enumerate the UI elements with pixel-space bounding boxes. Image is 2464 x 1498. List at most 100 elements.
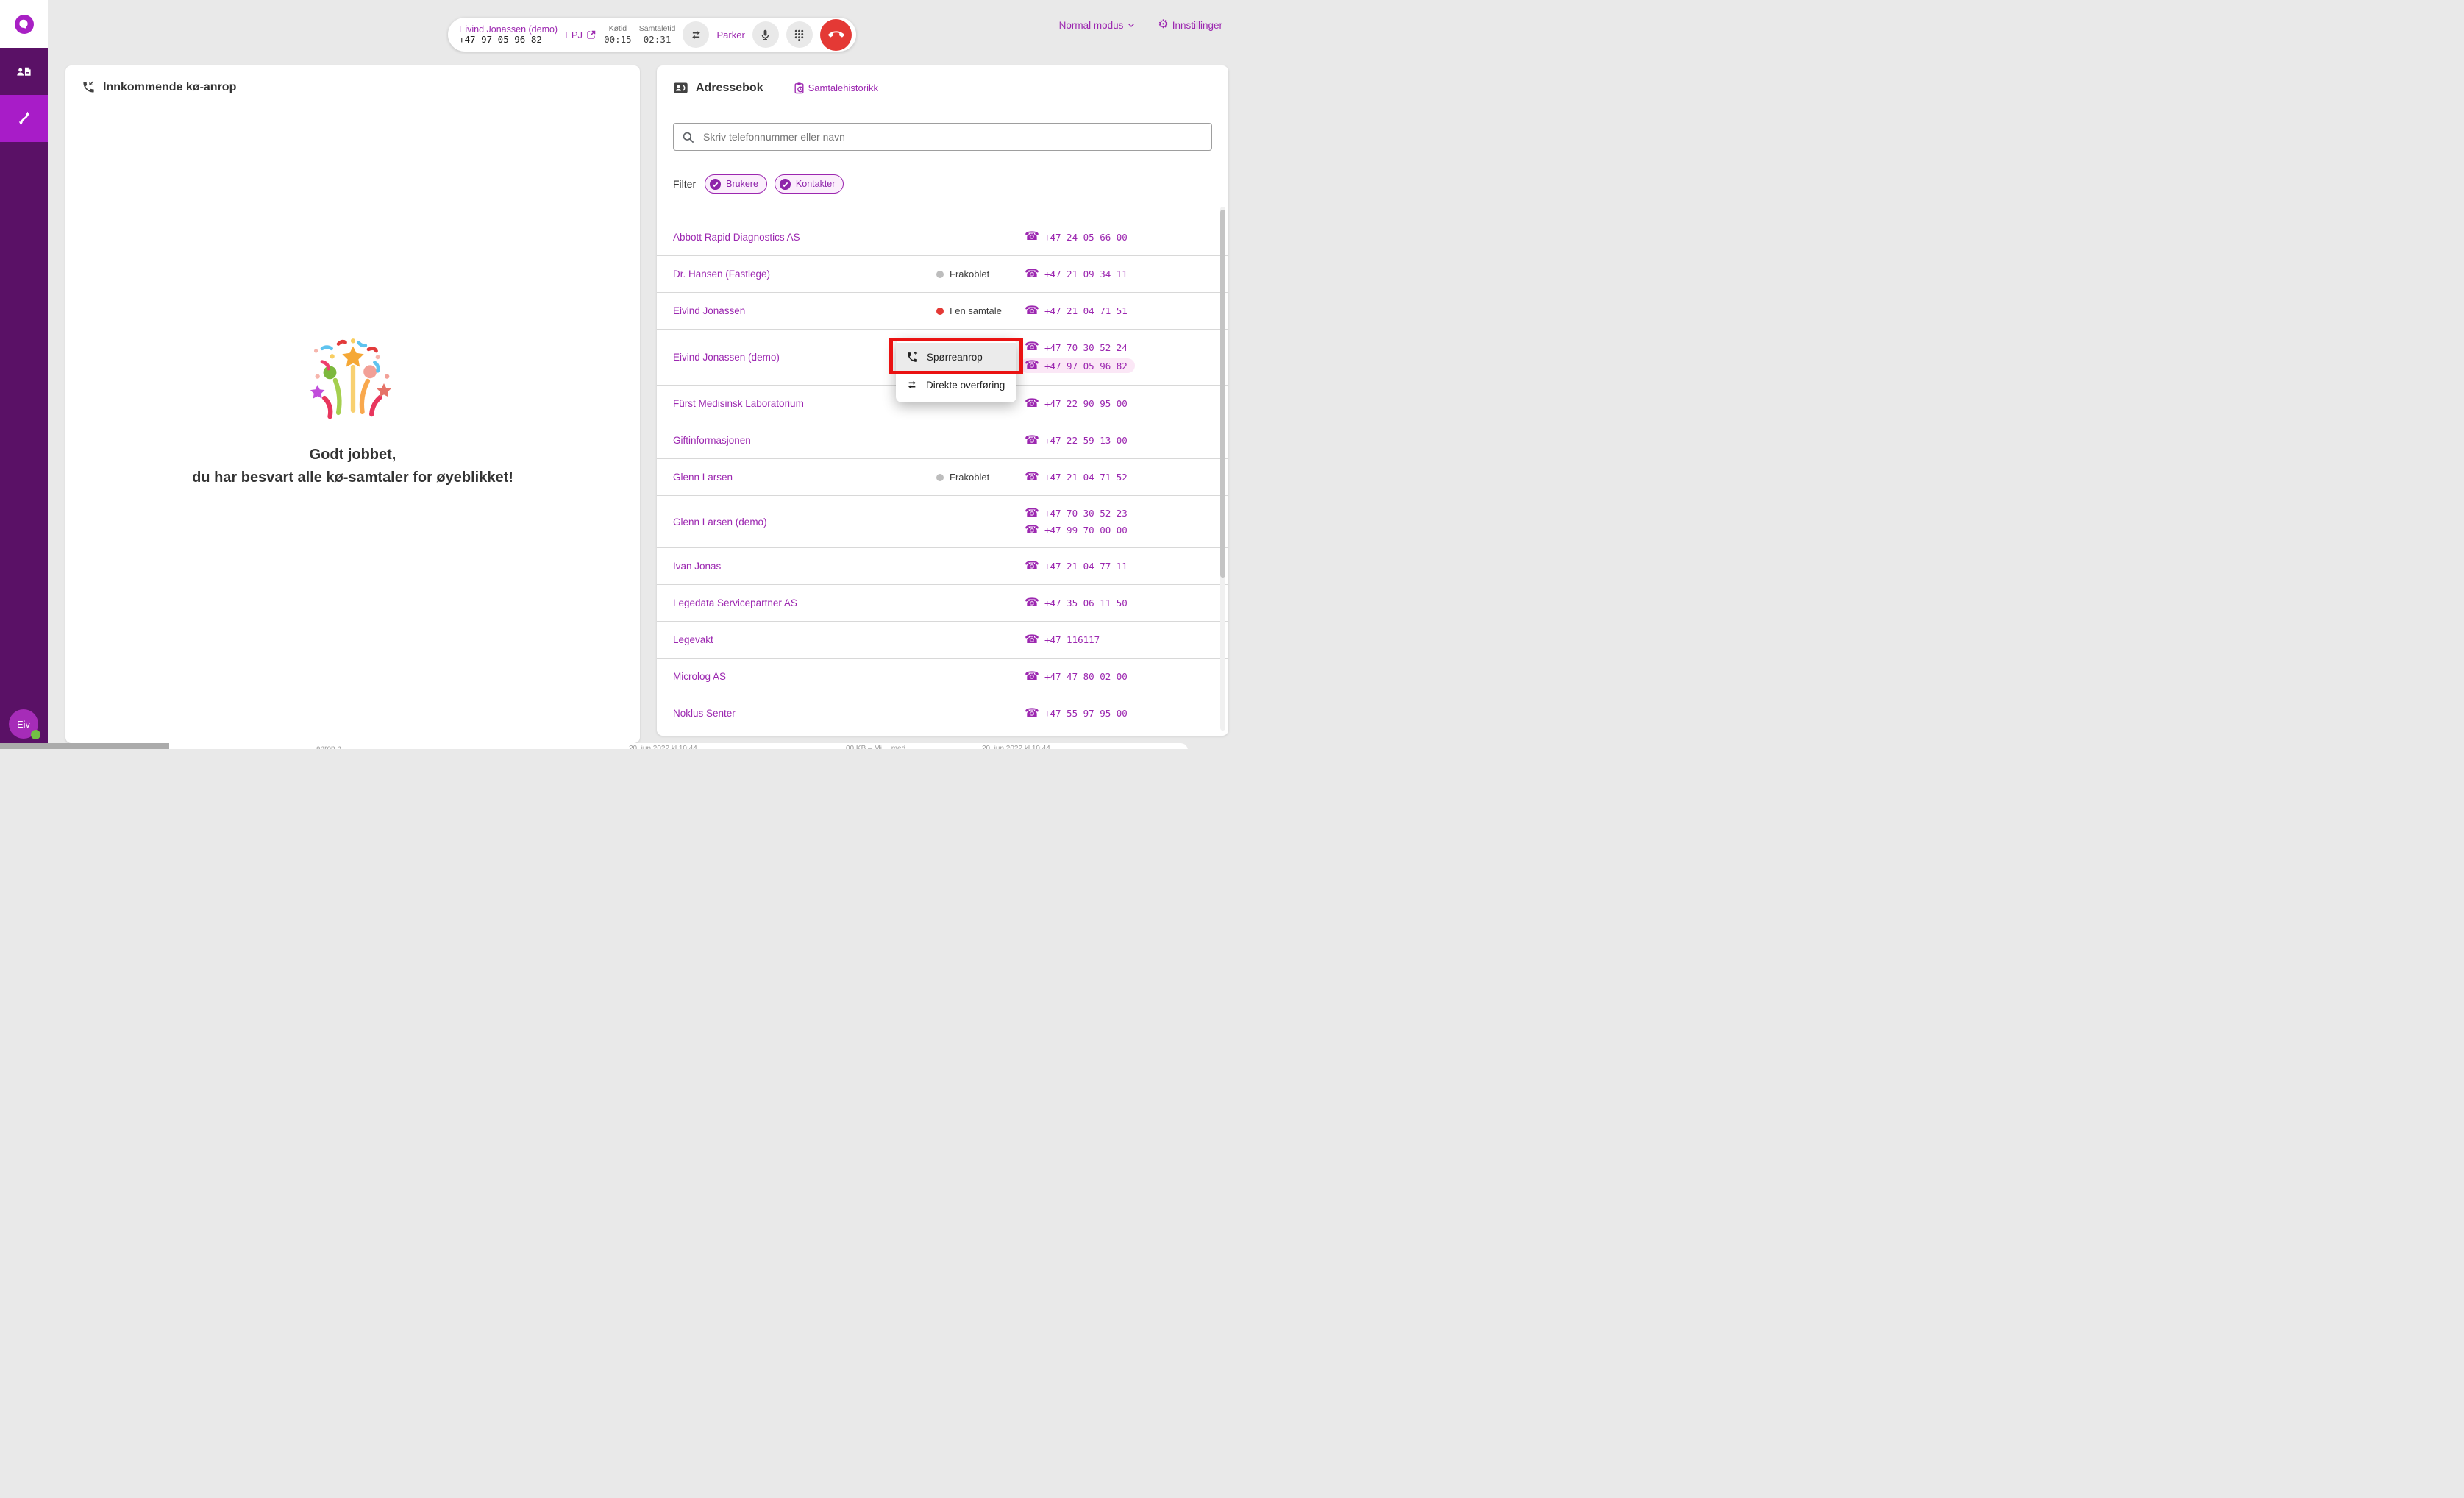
- caller-info: Eivind Jonassen (demo) +47 97 05 96 82: [459, 24, 558, 46]
- phone-icon: ☎: [1025, 472, 1039, 483]
- contact-phone-number[interactable]: ☎+47 99 70 00 00: [1025, 525, 1128, 536]
- contact-phone-number[interactable]: ☎+47 70 30 52 24: [1025, 341, 1128, 353]
- contact-status: Frakoblet: [936, 269, 1025, 280]
- contact-phone-number[interactable]: ☎+47 55 97 95 00: [1025, 708, 1128, 720]
- phone-icon: ☎: [1025, 634, 1039, 646]
- contact-phone-number[interactable]: ☎+47 22 90 95 00: [1025, 398, 1128, 410]
- epj-link[interactable]: EPJ: [565, 29, 597, 40]
- sidebar: Eiv: [0, 0, 48, 749]
- phone-icon: ☎: [1025, 341, 1039, 353]
- addressbook-title: Adressebok: [696, 82, 763, 95]
- contact-name[interactable]: Noklus Senter: [673, 708, 936, 719]
- contact-row[interactable]: Ivan Jonas ☎+47 21 04 77 11: [657, 547, 1228, 584]
- menu-item-consult-call[interactable]: Spørreanrop: [896, 343, 1016, 371]
- search-input[interactable]: [702, 130, 1204, 143]
- settings-label: Innstillinger: [1172, 20, 1222, 31]
- phone-icon: ☎: [1025, 231, 1039, 243]
- phone-icon: ☎: [1025, 305, 1039, 317]
- contact-row[interactable]: Eivind Jonassen I en samtale ☎+47 21 04 …: [657, 292, 1228, 329]
- contact-row[interactable]: Legedata Servicepartner AS ☎+47 35 06 11…: [657, 584, 1228, 621]
- contact-phone-number[interactable]: ☎+47 47 80 02 00: [1025, 671, 1128, 683]
- caller-name: Eivind Jonassen (demo): [459, 24, 558, 35]
- phone-icon: ☎: [1025, 561, 1039, 572]
- queue-panel-title: Innkommende kø-anrop: [103, 81, 236, 94]
- active-call-bar: Eivind Jonassen (demo) +47 97 05 96 82 E…: [448, 18, 856, 52]
- contact-phone-number[interactable]: ☎+47 21 04 71 52: [1025, 472, 1128, 483]
- contact-name[interactable]: Eivind Jonassen: [673, 305, 936, 316]
- talk-time-label: Samtaletid: [639, 24, 676, 34]
- contact-name[interactable]: Giftinformasjonen: [673, 435, 936, 446]
- search-icon: [681, 130, 695, 144]
- queue-time-value: 00:15: [604, 34, 632, 45]
- contact-name[interactable]: Ivan Jonas: [673, 561, 936, 572]
- mode-selector[interactable]: Normal modus: [1059, 20, 1136, 31]
- contact-phone-number[interactable]: ☎+47 21 04 77 11: [1025, 561, 1128, 572]
- contact-phone-number[interactable]: ☎+47 21 09 34 11: [1025, 269, 1128, 280]
- avatar-initials: Eiv: [17, 719, 30, 730]
- menu-item-label: Direkte overføring: [926, 380, 1005, 391]
- contact-phone-number-active[interactable]: ☎+47 97 05 96 82: [1020, 358, 1135, 373]
- user-avatar[interactable]: Eiv: [9, 709, 38, 739]
- contact-phone-number[interactable]: ☎+47 22 59 13 00: [1025, 435, 1128, 447]
- queue-empty-subtitle: du har besvart alle kø-samtaler for øyeb…: [65, 469, 640, 486]
- filter-chip-contacts[interactable]: Kontakter: [775, 174, 844, 194]
- contact-row[interactable]: Glenn Larsen (demo) ☎+47 70 30 52 23 ☎+4…: [657, 495, 1228, 547]
- contact-status: Frakoblet: [936, 472, 1025, 483]
- chevron-down-icon: [1127, 21, 1136, 29]
- app-logo[interactable]: [0, 0, 48, 48]
- clipped-file-row: …anrop.h 20. jun 2022 kl 10:44 00 KB – M…: [169, 743, 1188, 749]
- filter-chip-label: Brukere: [726, 179, 758, 189]
- clipped-text: 20. jun 2022 kl 10:44: [982, 745, 1050, 749]
- sidebar-item-contacts[interactable]: [0, 48, 48, 95]
- queue-time-label: Køtid: [604, 24, 632, 34]
- microphone-icon: [759, 29, 772, 41]
- contact-row[interactable]: Glenn Larsen Frakoblet ☎+47 21 04 71 52: [657, 458, 1228, 495]
- queue-time: Køtid 00:15: [604, 24, 632, 45]
- contact-document-icon: [15, 63, 32, 80]
- contact-phone-number[interactable]: ☎+47 70 30 52 23: [1025, 508, 1128, 519]
- contact-list: Abbott Rapid Diagnostics AS ☎+47 24 05 6…: [657, 219, 1228, 731]
- end-call-button[interactable]: [820, 19, 852, 51]
- park-call-button[interactable]: Parker: [717, 29, 745, 40]
- sidebar-item-queue-active[interactable]: [0, 95, 48, 142]
- filter-chip-users[interactable]: Brukere: [705, 174, 767, 194]
- transfer-call-button[interactable]: [683, 21, 709, 48]
- presence-dot-online: [31, 730, 40, 739]
- contact-row[interactable]: Giftinformasjonen ☎+47 22 59 13 00: [657, 422, 1228, 458]
- contact-phone-number[interactable]: ☎+47 21 04 71 51: [1025, 305, 1128, 317]
- contact-name[interactable]: Dr. Hansen (Fastlege): [673, 269, 936, 280]
- contact-name[interactable]: Microlog AS: [673, 671, 936, 682]
- contact-row[interactable]: Microlog AS ☎+47 47 80 02 00: [657, 658, 1228, 695]
- park-label: Parker: [717, 29, 745, 40]
- menu-item-direct-transfer[interactable]: Direkte overføring: [896, 371, 1016, 399]
- contact-name[interactable]: Glenn Larsen: [673, 472, 936, 483]
- contact-row[interactable]: Dr. Hansen (Fastlege) Frakoblet ☎+47 21 …: [657, 255, 1228, 292]
- call-history-link[interactable]: Samtalehistorikk: [793, 82, 878, 94]
- contact-status: I en samtale: [936, 305, 1025, 316]
- contact-phone-number[interactable]: ☎+47 116117: [1025, 634, 1100, 646]
- contact-name[interactable]: Glenn Larsen (demo): [673, 517, 936, 528]
- phone-icon: ☎: [1025, 708, 1039, 720]
- settings-button[interactable]: ⚙ Innstillinger: [1158, 19, 1222, 31]
- clipped-text: 20. jun 2022 kl 10:44: [629, 745, 697, 749]
- contact-phone-number[interactable]: ☎+47 35 06 11 50: [1025, 597, 1128, 609]
- contact-row[interactable]: Noklus Senter ☎+47 55 97 95 00: [657, 695, 1228, 731]
- contact-row[interactable]: Abbott Rapid Diagnostics AS ☎+47 24 05 6…: [657, 219, 1228, 255]
- call-history-label: Samtalehistorikk: [808, 82, 878, 93]
- contact-name[interactable]: Abbott Rapid Diagnostics AS: [673, 232, 936, 243]
- check-circle-icon: [709, 178, 722, 191]
- clipped-text: …anrop.h: [309, 745, 341, 749]
- contact-row[interactable]: Legevakt ☎+47 116117: [657, 621, 1228, 658]
- contact-phone-number[interactable]: ☎+47 24 05 66 00: [1025, 231, 1128, 243]
- phone-icon: ☎: [1025, 360, 1039, 372]
- queue-empty-title: Godt jobbet,: [65, 447, 640, 464]
- scrollbar-thumb[interactable]: [1220, 210, 1225, 578]
- contact-name[interactable]: Legevakt: [673, 634, 936, 645]
- filter-chip-label: Kontakter: [796, 179, 836, 189]
- contact-name[interactable]: Legedata Servicepartner AS: [673, 597, 936, 608]
- mute-microphone-button[interactable]: [752, 21, 779, 48]
- caller-number: +47 97 05 96 82: [459, 35, 558, 45]
- phone-forward-icon: [906, 351, 919, 363]
- dialpad-button[interactable]: [786, 21, 813, 48]
- incoming-call-icon: [82, 80, 96, 94]
